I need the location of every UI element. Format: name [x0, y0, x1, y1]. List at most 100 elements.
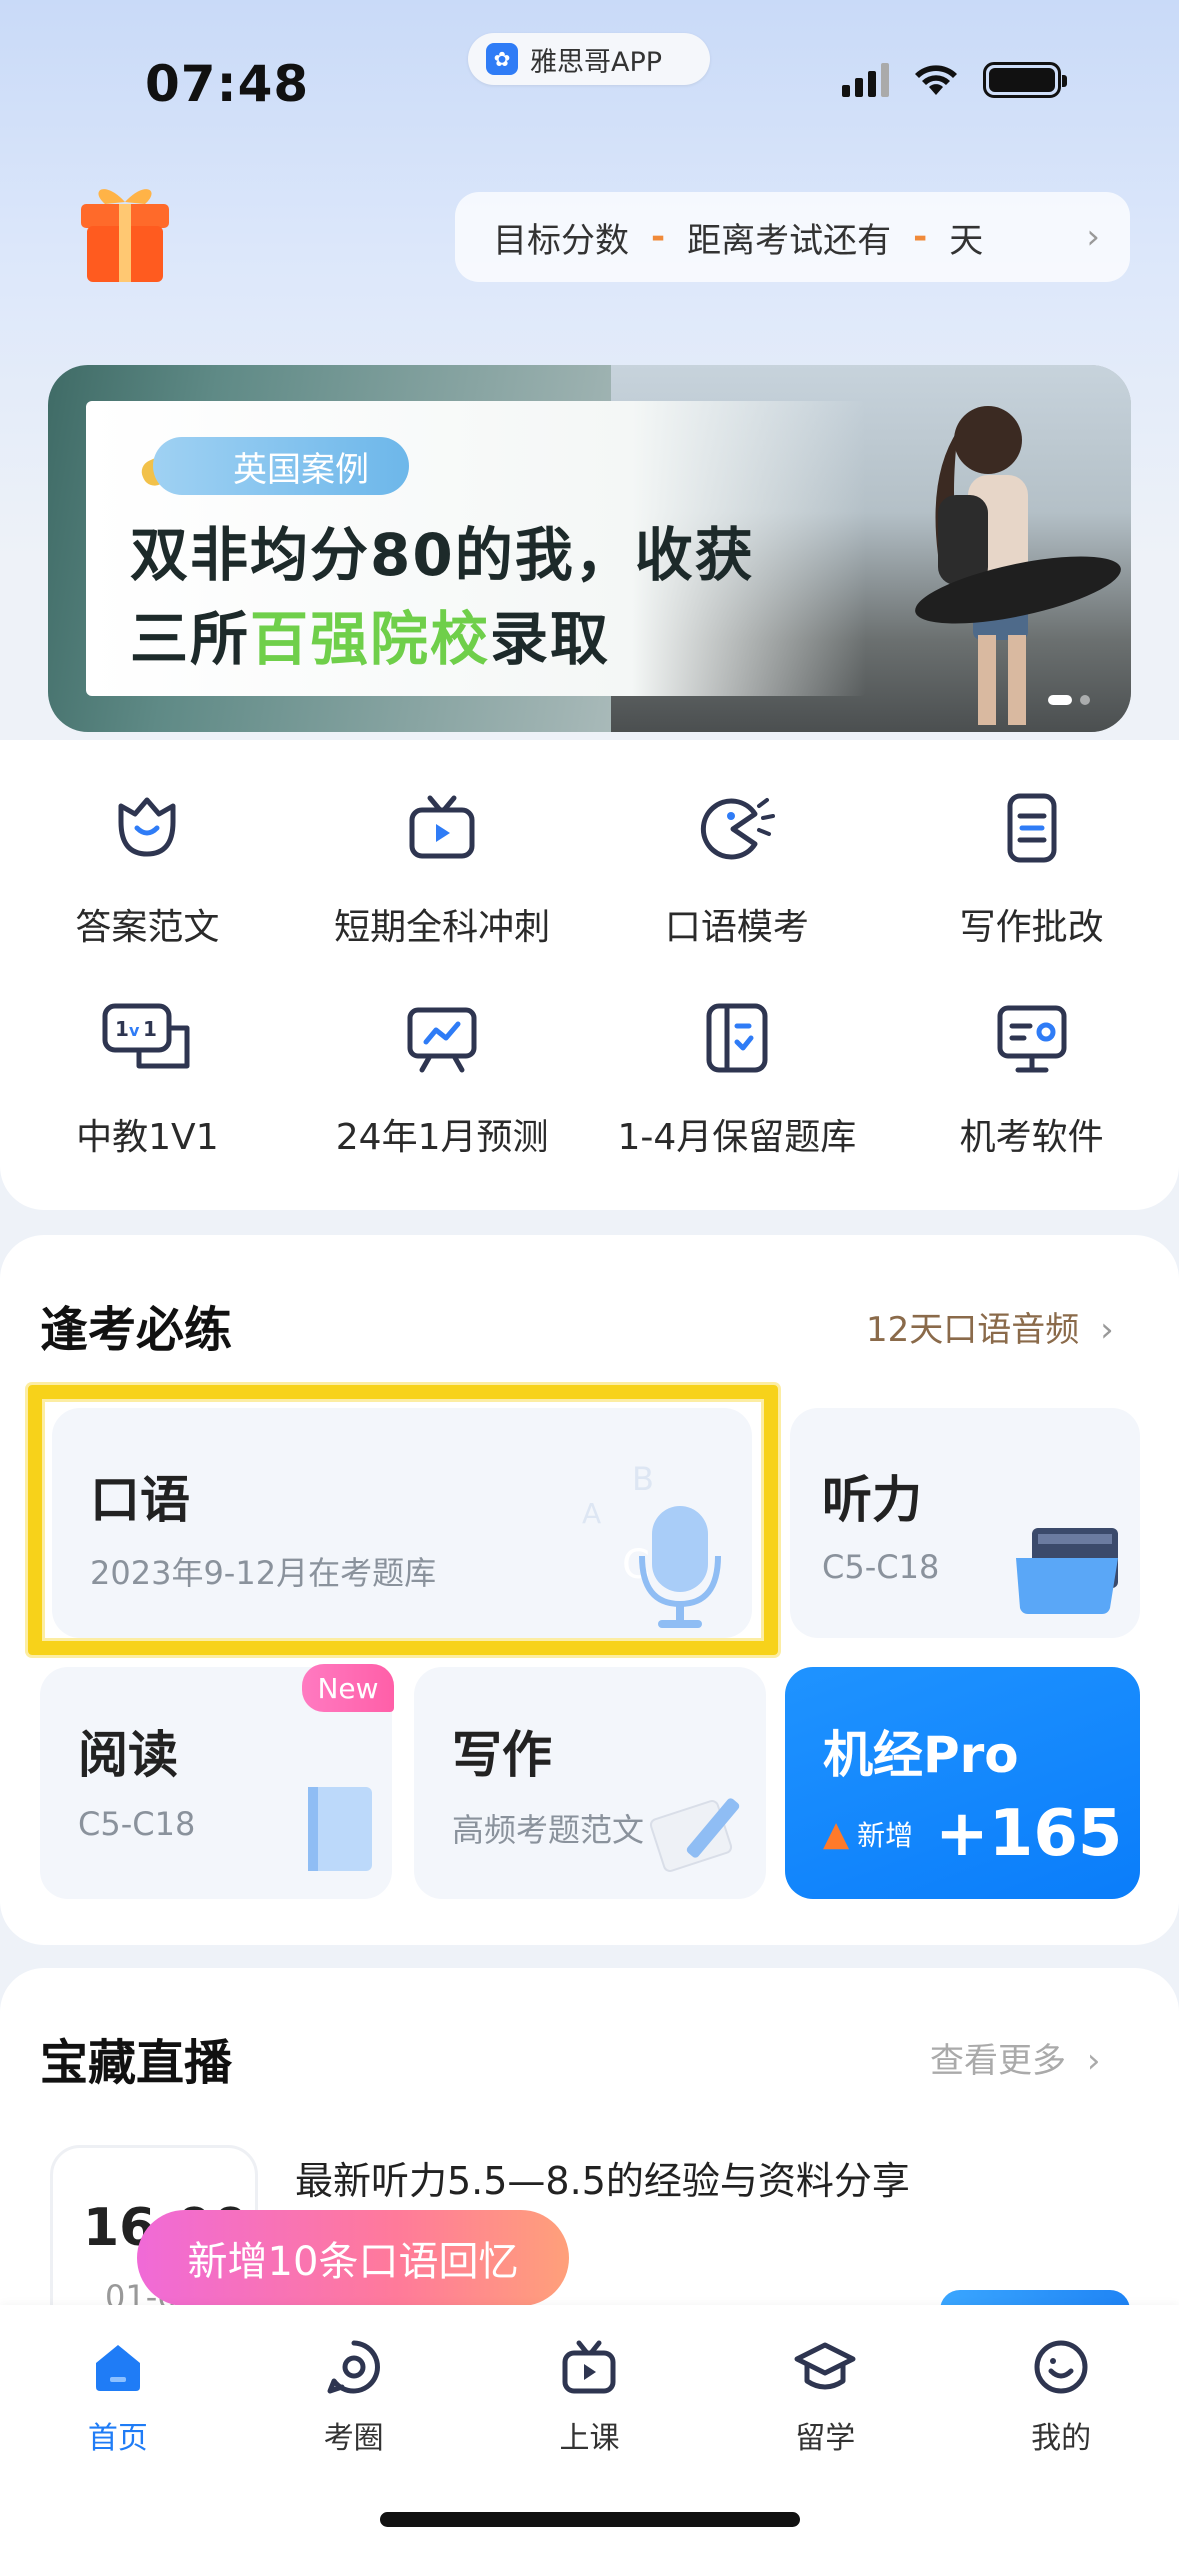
paper-pencil-icon: [649, 1798, 740, 1872]
tab-profile[interactable]: 我的: [943, 2335, 1179, 2457]
listening-tile-title: 听力: [822, 1471, 922, 1529]
grid-item-question-bank[interactable]: 1-4月保留题库: [590, 990, 885, 1160]
cellular-signal-icon: [842, 63, 889, 97]
banner-headline-line2: 三所百强院校录取: [130, 597, 755, 681]
practice-section-title: 逢考必练: [40, 1302, 233, 1358]
app-return-pill[interactable]: ✿ 雅思哥APP: [468, 33, 710, 85]
pro-question-tile[interactable]: 机经Pro ▲ 新增 +165: [785, 1667, 1140, 1899]
grid-item-sprint[interactable]: 短期全科冲刺: [295, 780, 590, 950]
svg-text:v: v: [129, 1021, 140, 1040]
banner-headline: 双非均分80的我，收获 三所百强院校录取: [130, 513, 755, 681]
exam-countdown-value: -: [913, 217, 928, 257]
exam-countdown-unit: 天: [949, 220, 984, 261]
tab-community[interactable]: 考圈: [236, 2335, 472, 2457]
grid-item-label: 机考软件: [959, 1117, 1104, 1158]
grid-item-answers[interactable]: 答案范文: [0, 780, 295, 950]
speaking-icon: [689, 780, 785, 876]
home-icon: [86, 2335, 150, 2399]
tab-class[interactable]: 上课: [472, 2335, 708, 2457]
system-icons: [842, 62, 1067, 98]
wifi-icon: [915, 65, 957, 95]
feature-grid: 答案范文 短期全科冲刺 口语模考 写作批改 1v1 中教1V1 24年1月预测 …: [0, 780, 1179, 1160]
target-score-bar[interactable]: 目标分数 - 距离考试还有 - 天 ›: [455, 192, 1130, 282]
app-return-label: 雅思哥APP: [530, 46, 663, 78]
tab-label: 考圈: [323, 2421, 384, 2456]
community-icon: [322, 2335, 386, 2399]
banner-tag: 英国案例: [153, 437, 409, 495]
grid-item-forecast[interactable]: 24年1月预测: [295, 990, 590, 1160]
banner-dot-active: [1048, 695, 1072, 705]
app-logo-icon: ✿: [486, 43, 518, 75]
tab-label: 我的: [1031, 2421, 1092, 2456]
book-icon: [308, 1787, 372, 1871]
grid-item-label: 1-4月保留题库: [617, 1117, 857, 1158]
practice-audio-link-label: 12天口语音频: [866, 1310, 1080, 1350]
svg-text:1: 1: [143, 1017, 157, 1041]
pro-tile-new-label: 新增: [857, 1819, 914, 1852]
banner-line2-highlight: 百强院校: [250, 605, 491, 673]
grid-item-label: 24年1月预测: [335, 1117, 549, 1158]
banner-line2-a: 三所: [130, 605, 251, 673]
chevron-right-icon: ›: [1086, 217, 1100, 257]
status-time: 07:48: [145, 55, 310, 113]
feature-grid-card: 答案范文 短期全科冲刺 口语模考 写作批改 1v1 中教1V1 24年1月预测 …: [0, 740, 1179, 1210]
answer-icon: [99, 780, 195, 876]
svg-text:1: 1: [115, 1017, 129, 1041]
chevron-right-icon: ›: [1086, 2041, 1101, 2081]
reading-tile-subtitle: C5-C18: [78, 1805, 196, 1843]
grid-item-tutor-1v1[interactable]: 1v1 中教1V1: [0, 990, 295, 1160]
grid-item-label: 中教1V1: [76, 1117, 219, 1158]
new-badge: New: [302, 1664, 394, 1712]
profile-icon: [1029, 2335, 1093, 2399]
grid-item-speaking-mock[interactable]: 口语模考: [590, 780, 885, 950]
status-bar: 07:48 ✿ 雅思哥APP: [0, 0, 1179, 150]
banner-headline-line1: 双非均分80的我，收获: [130, 521, 755, 589]
speaking-tile-highlight: [28, 1385, 778, 1655]
grid-item-label: 短期全科冲刺: [334, 907, 551, 948]
computer-test-icon: [984, 990, 1080, 1086]
banner-pagination: [1048, 695, 1090, 705]
banner-dot: [1080, 695, 1090, 705]
banner-line2-b: 录取: [490, 605, 611, 673]
question-bank-icon: [689, 990, 785, 1086]
listening-tile[interactable]: 听力 C5-C18: [790, 1408, 1140, 1638]
target-score-value: -: [651, 217, 666, 257]
listening-tile-subtitle: C5-C18: [822, 1548, 940, 1586]
writing-tile-subtitle: 高频考题范文: [452, 1811, 645, 1849]
live-more-label: 查看更多: [930, 2041, 1066, 2081]
grid-item-computer-test[interactable]: 机考软件: [884, 990, 1179, 1160]
target-score-label: 目标分数: [493, 220, 629, 261]
study-abroad-icon: [793, 2335, 857, 2399]
forecast-icon: [394, 990, 490, 1086]
reading-tile-title: 阅读: [78, 1726, 178, 1784]
folder-book-icon: [1016, 1528, 1118, 1614]
practice-audio-link[interactable]: 12天口语音频 ›: [866, 1302, 1114, 1351]
exam-countdown-label: 距离考试还有: [687, 220, 892, 261]
tutor-1v1-icon: 1v1: [99, 990, 195, 1086]
writing-correction-icon: [984, 780, 1080, 876]
fire-icon: ▲: [823, 1814, 850, 1854]
promo-banner[interactable]: 英国案例 双非均分80的我，收获 三所百强院校录取: [48, 365, 1131, 732]
pro-tile-stats: ▲ 新增 +165: [823, 1797, 1122, 1871]
live-item-title[interactable]: 最新听力5.5—8.5的经验与资料分享: [295, 2150, 910, 2205]
banner-person-illustration: [915, 406, 1121, 725]
tab-label: 首页: [87, 2421, 148, 2456]
live-more-link[interactable]: 查看更多 ›: [930, 2033, 1100, 2082]
tab-home[interactable]: 首页: [0, 2335, 236, 2457]
gift-icon[interactable]: [75, 180, 175, 285]
speaking-recall-toast[interactable]: 新增10条口语回忆: [137, 2210, 569, 2324]
tab-list: 首页 考圈 上课 留学 我的: [0, 2335, 1179, 2457]
grid-item-writing-correction[interactable]: 写作批改: [884, 780, 1179, 950]
tab-study-abroad[interactable]: 留学: [707, 2335, 943, 2457]
tv-play-icon: [394, 780, 490, 876]
grid-item-label: 答案范文: [75, 907, 220, 948]
writing-tile[interactable]: 写作 高频考题范文: [414, 1667, 766, 1899]
battery-icon: [983, 62, 1067, 98]
tab-label: 上课: [559, 2421, 620, 2456]
chevron-right-icon: ›: [1100, 1310, 1114, 1350]
pro-tile-count: +165: [935, 1797, 1123, 1871]
grid-item-label: 口语模考: [664, 907, 809, 948]
grid-item-label: 写作批改: [959, 907, 1104, 948]
tab-label: 留学: [795, 2421, 856, 2456]
writing-tile-title: 写作: [452, 1726, 552, 1784]
